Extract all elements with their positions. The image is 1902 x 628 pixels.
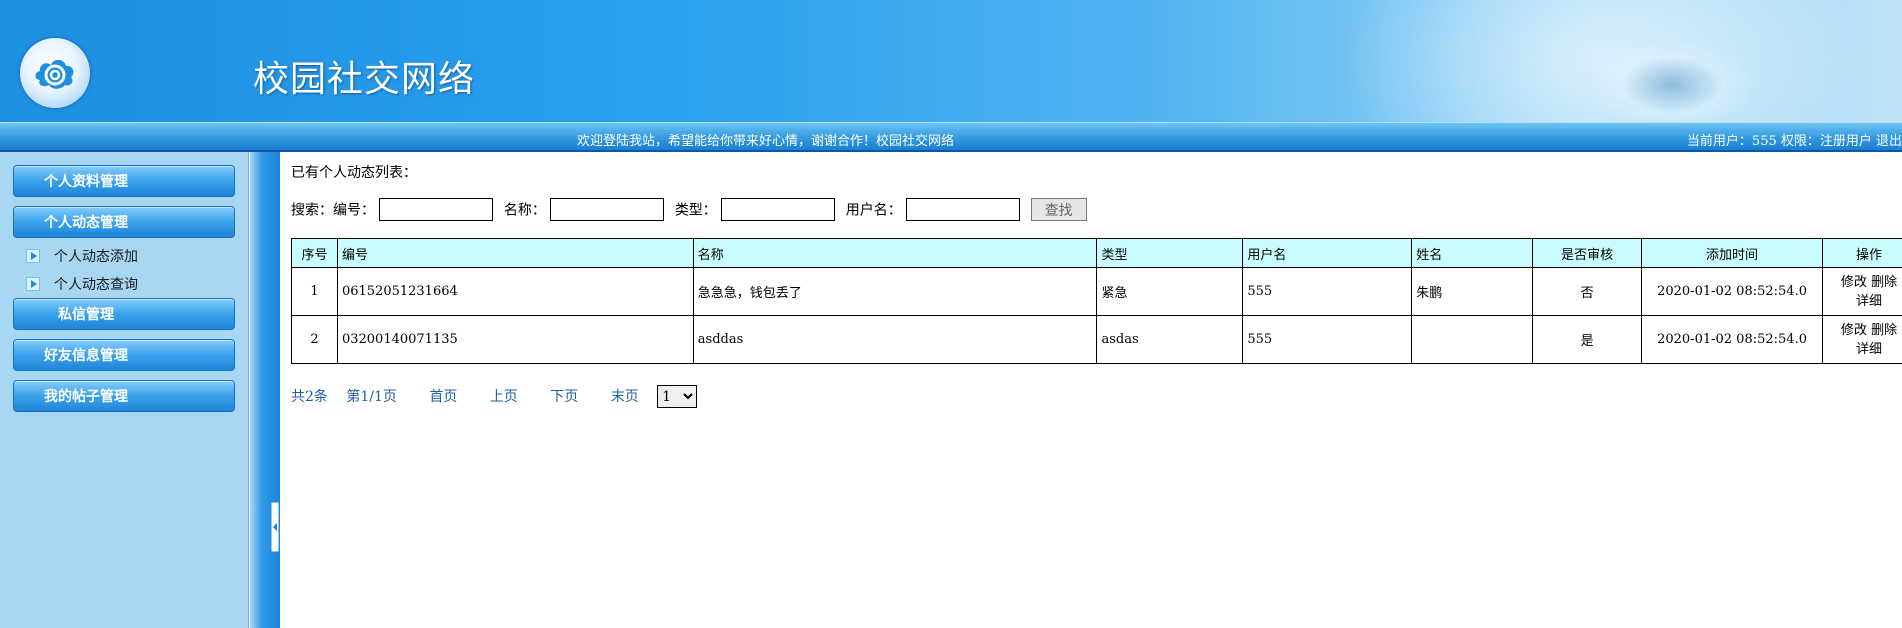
menu-profile-management[interactable]: 个人资料管理 (13, 165, 235, 197)
header-banner: 校园社交网络 (0, 0, 1902, 122)
cell-username: 555 (1242, 267, 1413, 316)
sidebar-splitter (250, 152, 280, 628)
dynamic-table: 序号 编号 名称 类型 用户名 姓名 是否审核 添加时间 操作 1 061520… (291, 238, 1902, 364)
sidebar: 个人资料管理 个人动态管理 个人动态添加 个人动态查询 私信管理 好友信息管理 … (0, 152, 249, 628)
column-header: 添加时间 (1641, 238, 1823, 268)
menu-private-message[interactable]: 私信管理 (13, 298, 235, 330)
column-header: 操作 (1821, 238, 1902, 268)
cell-time: 2020-01-02 08:52:54.0 (1641, 315, 1823, 364)
column-header: 类型 (1096, 238, 1244, 268)
cell-name: 急急急，钱包丢了 (692, 267, 1098, 316)
cell-realname (1411, 315, 1534, 364)
code-input[interactable] (379, 198, 494, 221)
welcome-message: 欢迎登陆我站，希望能给你带来好心情，谢谢合作！校园社交网络 (577, 134, 955, 149)
site-title: 校园社交网络 (253, 59, 476, 100)
cell-audited: 否 (1532, 267, 1643, 316)
cell-name: asddas (692, 315, 1098, 364)
last-page-link[interactable]: 末页 (611, 389, 639, 405)
name-input[interactable] (550, 198, 665, 221)
sidebar-item-add-dynamic[interactable]: 个人动态添加 (26, 246, 138, 266)
cell-actions: 修改 删除 详细 (1821, 267, 1902, 316)
column-header: 用户名 (1242, 238, 1413, 268)
detail-link[interactable]: 详细 (1856, 342, 1882, 357)
menu-dynamic-management[interactable]: 个人动态管理 (13, 206, 235, 238)
table-row: 1 06152051231664 急急急，钱包丢了 紧急 555 朱鹏 否 20… (291, 267, 1902, 316)
welcome-bar: 欢迎登陆我站，希望能给你带来好心情，谢谢合作！校园社交网络 当前用户：555 权… (0, 122, 1902, 152)
cell-type: asdas (1096, 315, 1244, 364)
column-header: 编号 (336, 238, 694, 268)
detail-link[interactable]: 详细 (1856, 294, 1882, 309)
cell-index: 2 (291, 315, 338, 364)
page-indicator: 第1/1页 (346, 388, 397, 405)
play-arrow-icon (26, 277, 40, 291)
menu-my-posts[interactable]: 我的帖子管理 (13, 380, 235, 412)
current-user-info[interactable]: 当前用户：555 权限：注册用户 退出 (1687, 130, 1902, 149)
main-content: 已有个人动态列表： 搜索：编号： 名称： 类型： 用户名： 查找 序号 编号 名… (280, 152, 1902, 628)
first-page-link[interactable]: 首页 (429, 389, 457, 405)
cell-code: 03200140071135 (336, 315, 694, 364)
username-input[interactable] (906, 198, 1021, 221)
pagination: 共2条 第1/1页 首页 上页 下页 末页 1 (291, 385, 698, 408)
column-header: 名称 (692, 238, 1098, 268)
edit-link[interactable]: 修改 (1841, 275, 1867, 290)
column-header: 是否审核 (1532, 238, 1643, 268)
username-label: 用户名： (845, 202, 902, 219)
table-row: 2 03200140071135 asddas asdas 555 是 2020… (291, 315, 1902, 364)
header-decoration-eye (1592, 40, 1752, 122)
total-count: 共2条 (291, 388, 328, 405)
name-label: 名称： (503, 202, 546, 219)
page-select[interactable]: 1 (657, 385, 698, 408)
code-label: 编号： (333, 202, 375, 219)
search-bar: 搜索：编号： 名称： 类型： 用户名： 查找 (291, 198, 1087, 221)
prev-page-link[interactable]: 上页 (490, 389, 518, 405)
cell-code: 06152051231664 (336, 267, 694, 316)
type-input[interactable] (721, 198, 836, 221)
delete-link[interactable]: 删除 (1871, 323, 1897, 338)
next-page-link[interactable]: 下页 (550, 389, 578, 405)
cell-realname: 朱鹏 (1411, 267, 1534, 316)
play-arrow-icon (26, 249, 40, 263)
menu-friend-management[interactable]: 好友信息管理 (13, 339, 235, 371)
edit-link[interactable]: 修改 (1841, 323, 1867, 338)
cell-username: 555 (1242, 315, 1413, 364)
cell-type: 紧急 (1096, 267, 1244, 316)
table-header-row: 序号 编号 名称 类型 用户名 姓名 是否审核 添加时间 操作 (291, 238, 1902, 268)
sidebar-item-query-dynamic[interactable]: 个人动态查询 (26, 274, 138, 294)
search-label: 搜索： (291, 202, 333, 219)
sidebar-item-label: 个人动态添加 (54, 249, 138, 265)
delete-link[interactable]: 删除 (1871, 275, 1897, 290)
cell-audited: 是 (1532, 315, 1643, 364)
column-header: 序号 (291, 238, 338, 268)
column-header: 姓名 (1411, 238, 1534, 268)
cloud-swirl-logo-icon (20, 38, 90, 108)
type-label: 类型： (674, 202, 717, 219)
collapse-sidebar-handle[interactable] (271, 502, 279, 552)
cell-index: 1 (291, 267, 338, 316)
search-button[interactable]: 查找 (1030, 198, 1087, 221)
sidebar-item-label: 个人动态查询 (54, 277, 138, 293)
cell-actions: 修改 删除 详细 (1821, 315, 1902, 364)
cell-time: 2020-01-02 08:52:54.0 (1641, 267, 1823, 316)
list-title: 已有个人动态列表： (291, 165, 417, 181)
